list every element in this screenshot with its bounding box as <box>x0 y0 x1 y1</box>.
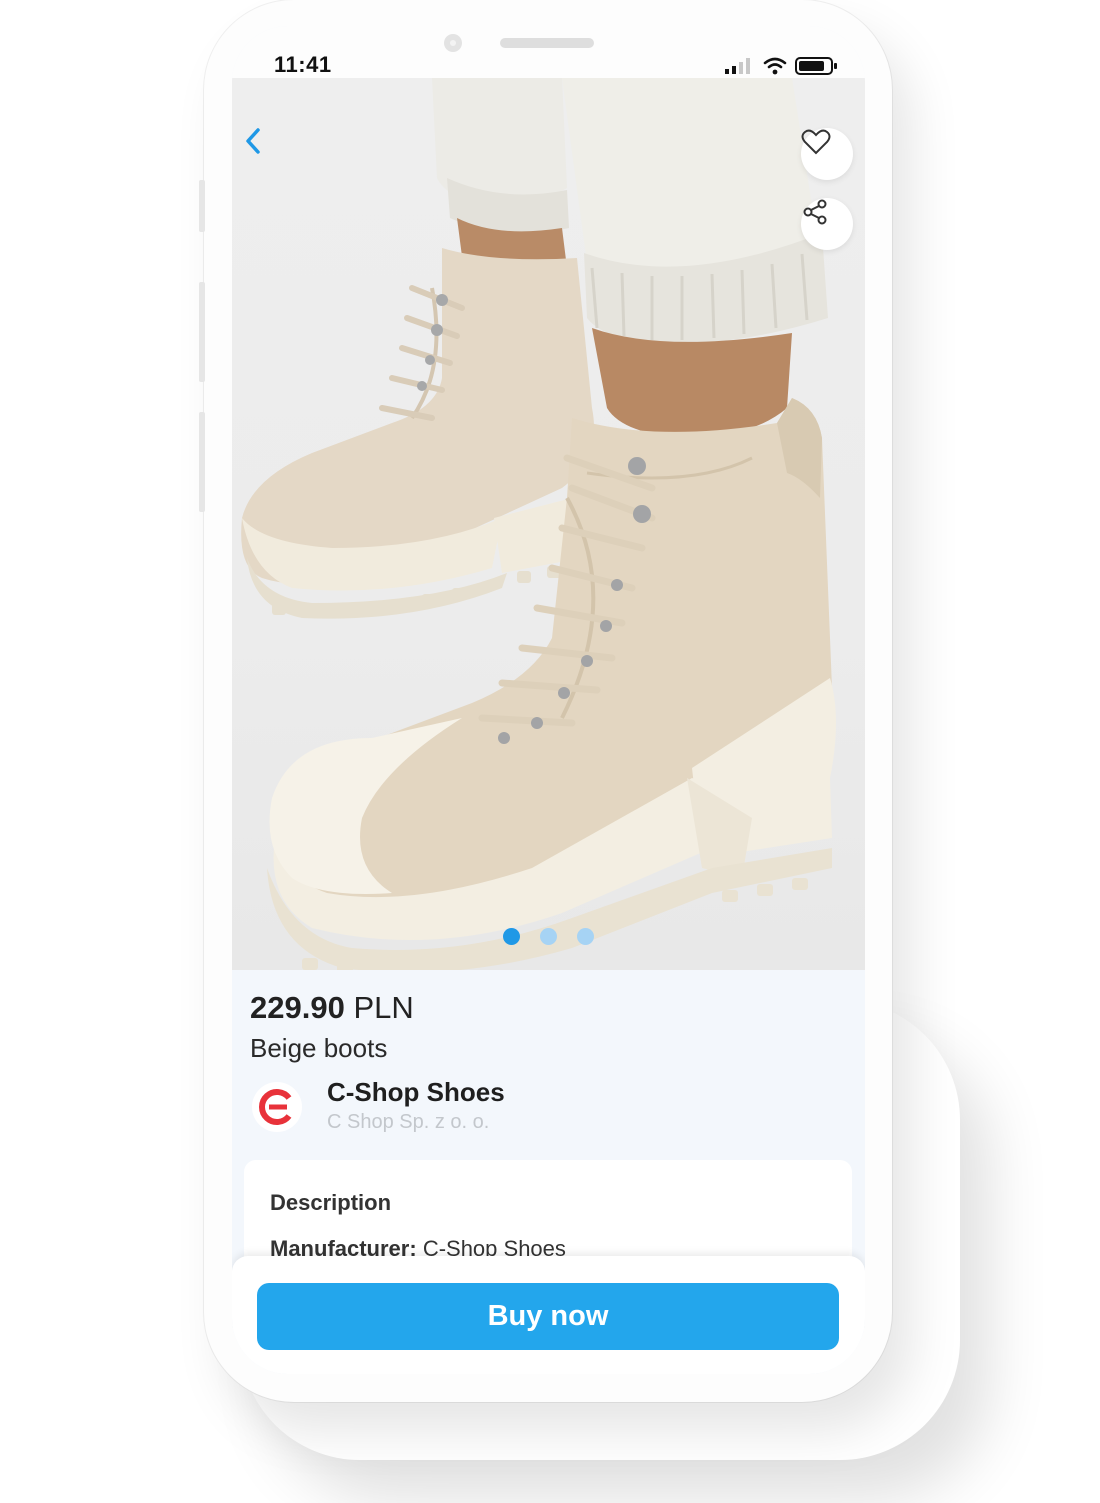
description-title: Description <box>270 1190 392 1215</box>
battery-icon <box>795 57 837 75</box>
shop-company: C Shop Sp. z o. o. <box>327 1111 490 1133</box>
share-icon <box>803 199 827 225</box>
back-button[interactable] <box>242 126 282 170</box>
favorite-button[interactable] <box>801 128 853 180</box>
price-value: 229.90 <box>250 990 345 1025</box>
status-time: 11:41 <box>274 52 332 77</box>
product-image <box>241 78 836 970</box>
chevron-left-icon <box>246 128 260 154</box>
product-name: Beige boots <box>250 1033 388 1063</box>
carousel-dot[interactable] <box>503 928 520 945</box>
share-button[interactable] <box>801 198 853 250</box>
wifi-icon <box>763 57 787 75</box>
speaker <box>500 38 594 48</box>
product-price: 229.90 PLN <box>250 990 414 1026</box>
shop-logo[interactable] <box>252 1082 302 1132</box>
carousel-dot[interactable] <box>577 928 594 945</box>
status-icons <box>725 56 839 76</box>
carousel-pagination <box>232 928 865 945</box>
product-image-carousel[interactable] <box>232 78 865 970</box>
camera-icon <box>444 34 462 52</box>
c-shop-logo <box>259 1089 292 1125</box>
heart-icon <box>801 129 831 155</box>
app-screen: 11:41 229.90 PLN Beige boots C-Shop Shoe… <box>232 26 865 1374</box>
signal-icon <box>725 58 750 74</box>
carousel-dot[interactable] <box>540 928 557 945</box>
phone-side-button <box>199 412 205 512</box>
buy-now-button[interactable]: Buy now <box>257 1283 839 1350</box>
page: 11:41 229.90 PLN Beige boots C-Shop Shoe… <box>0 0 1100 1503</box>
phone-side-button <box>199 282 205 382</box>
phone-notch <box>400 26 700 76</box>
shop-name[interactable]: C-Shop Shoes <box>327 1077 505 1108</box>
phone-side-button <box>199 180 205 232</box>
bottom-action-bar: Buy now <box>232 1256 865 1374</box>
price-currency: PLN <box>353 990 414 1025</box>
